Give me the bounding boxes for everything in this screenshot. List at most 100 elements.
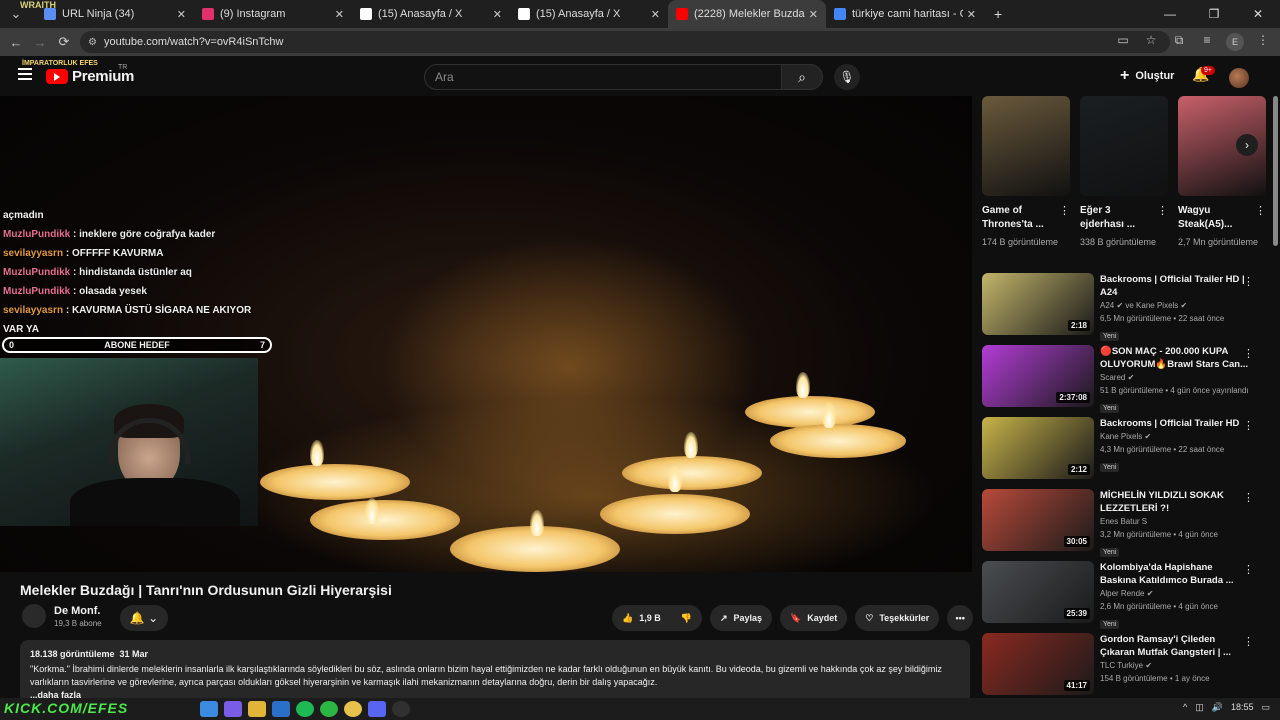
whatsapp-icon[interactable] bbox=[320, 701, 338, 717]
browser-tab[interactable]: (2228) Melekler Buzdağı | Tanrı' ✕ bbox=[668, 0, 826, 28]
recommended-video[interactable]: 30:05 MİCHELİN YILDIZLI SOKAK LEZZETLERİ … bbox=[982, 489, 1270, 557]
tray-overflow-icon[interactable]: ^ bbox=[1183, 702, 1187, 713]
search-input[interactable]: Ara bbox=[424, 64, 782, 90]
windows-start-icon[interactable] bbox=[200, 701, 218, 717]
media-icon[interactable]: ≡ bbox=[1198, 33, 1216, 51]
thanks-button[interactable]: ♡ Teşekkürler bbox=[855, 605, 940, 631]
video-thumbnail[interactable]: 25:39 bbox=[982, 561, 1094, 623]
video-menu-icon[interactable]: ⋮ bbox=[1243, 275, 1254, 288]
browser-tab[interactable]: (15) Anasayfa / X ✕ bbox=[510, 0, 668, 28]
network-icon[interactable]: ◫ bbox=[1195, 702, 1204, 713]
close-tab-icon[interactable]: ✕ bbox=[493, 8, 502, 21]
chrome-icon[interactable] bbox=[344, 701, 362, 717]
forward-icon[interactable]: → bbox=[28, 35, 52, 50]
close-tab-icon[interactable]: ✕ bbox=[809, 8, 818, 21]
voice-search-icon[interactable]: 🎙 bbox=[834, 64, 860, 90]
account-avatar[interactable] bbox=[1229, 68, 1249, 88]
video-thumbnail[interactable]: 2:18 bbox=[982, 273, 1094, 335]
video-title[interactable]: Kolombiya'da Hapishane Baskına Katıldımc… bbox=[1100, 561, 1250, 587]
minimize-icon[interactable]: — bbox=[1148, 7, 1192, 21]
reload-icon[interactable]: ⟳ bbox=[52, 34, 76, 50]
recommended-video[interactable]: 2:18 Backrooms | Official Trailer HD | A2… bbox=[982, 273, 1270, 341]
spotify-icon[interactable] bbox=[296, 701, 314, 717]
video-menu-icon[interactable]: ⋮ bbox=[1243, 491, 1254, 504]
shorts-next-icon[interactable]: › bbox=[1236, 134, 1258, 156]
video-thumbnail[interactable]: 2:12 bbox=[982, 417, 1094, 479]
short-card[interactable]: Wagyu Steak(A5)... ⋮ 2,7 Mn görüntüleme bbox=[1178, 96, 1266, 249]
url-field[interactable]: ⚙ youtube.com/watch?v=ovR4iSnTchw bbox=[80, 31, 1170, 53]
channel-name[interactable]: Enes Batur S bbox=[1100, 515, 1250, 528]
video-menu-icon[interactable]: ⋮ bbox=[1243, 347, 1254, 360]
dislike-icon[interactable]: 👎 bbox=[681, 613, 692, 624]
create-button[interactable]: + Oluştur bbox=[1120, 67, 1174, 85]
browser-tab[interactable]: URL Ninja (34) ✕ bbox=[36, 0, 194, 28]
explorer-icon[interactable] bbox=[248, 701, 266, 717]
short-menu-icon[interactable]: ⋮ bbox=[1157, 204, 1168, 232]
more-actions-button[interactable]: ••• bbox=[947, 605, 974, 631]
short-title[interactable]: Eğer 3 ejderhası ... bbox=[1080, 204, 1157, 232]
bookmark-star-icon[interactable]: ☆ bbox=[1142, 33, 1160, 51]
restore-icon[interactable]: ❐ bbox=[1192, 7, 1236, 21]
youtube-logo[interactable]: Premium TR bbox=[46, 64, 134, 85]
outlook-icon[interactable] bbox=[272, 701, 290, 717]
save-button[interactable]: 🔖 Kaydet bbox=[780, 605, 848, 631]
back-icon[interactable]: ← bbox=[4, 35, 28, 50]
obs-icon[interactable] bbox=[392, 701, 410, 717]
channel-avatar[interactable] bbox=[22, 604, 46, 628]
short-thumbnail[interactable] bbox=[1080, 96, 1168, 196]
video-menu-icon[interactable]: ⋮ bbox=[1243, 635, 1254, 648]
video-title[interactable]: Backrooms | Official Trailer HD bbox=[1100, 417, 1250, 430]
short-thumbnail[interactable] bbox=[982, 96, 1070, 196]
profile-avatar[interactable]: E bbox=[1226, 33, 1244, 51]
recommended-video[interactable]: 25:39 Kolombiya'da Hapishane Baskına Katı… bbox=[982, 561, 1270, 629]
video-thumbnail[interactable]: 30:05 bbox=[982, 489, 1094, 551]
short-card[interactable]: Eğer 3 ejderhası ... ⋮ 338 B görüntüleme bbox=[1080, 96, 1168, 249]
close-tab-icon[interactable]: ✕ bbox=[177, 8, 186, 21]
channel-name[interactable]: A24 ✔ ve Kane Pixels ✔ bbox=[1100, 299, 1250, 312]
browser-tab[interactable]: (15) Anasayfa / X ✕ bbox=[352, 0, 510, 28]
recommended-video[interactable]: 41:17 Gordon Ramsay'i Çileden Çıkaran Mut… bbox=[982, 633, 1270, 697]
video-title[interactable]: 🔴SON MAÇ - 200.000 KUPA OLUYORUM🔥Brawl S… bbox=[1100, 345, 1250, 371]
cast-icon[interactable]: ▭ bbox=[1114, 33, 1132, 51]
discord-icon[interactable] bbox=[368, 701, 386, 717]
browser-tab[interactable]: (9) Instagram ✕ bbox=[194, 0, 352, 28]
volume-icon[interactable]: 🔊 bbox=[1212, 702, 1223, 713]
clock[interactable]: 18:55 bbox=[1231, 702, 1254, 713]
channel-name[interactable]: Alper Rende ✔ bbox=[1100, 587, 1250, 600]
new-tab-button[interactable]: + bbox=[994, 6, 1002, 22]
notification-center-icon[interactable]: ▭ bbox=[1261, 702, 1270, 713]
recommended-video[interactable]: 2:12 Backrooms | Official Trailer HD Kane … bbox=[982, 417, 1270, 481]
channel-info[interactable]: De Monf. 19,3 B abone bbox=[22, 604, 102, 628]
channel-name[interactable]: De Monf. bbox=[54, 605, 102, 617]
short-title[interactable]: Game of Thrones'ta ... bbox=[982, 204, 1059, 232]
search-button[interactable]: ⌕ bbox=[781, 64, 823, 90]
video-description[interactable]: 18.138 görüntüleme 31 Mar "Korkma." İbra… bbox=[20, 640, 970, 704]
channel-name[interactable]: TLC Turkiye ✔ bbox=[1100, 659, 1250, 672]
share-button[interactable]: ↗ Paylaş bbox=[709, 605, 773, 631]
extensions-icon[interactable]: ⧉ bbox=[1170, 33, 1188, 51]
video-thumbnail[interactable]: 2:37:08 bbox=[982, 345, 1094, 407]
video-thumbnail[interactable]: 41:17 bbox=[982, 633, 1094, 695]
like-button[interactable]: 👍 1,9 B 👎 bbox=[612, 605, 702, 631]
short-card[interactable]: Game of Thrones'ta ... ⋮ 174 B görüntüleme bbox=[982, 96, 1070, 249]
video-menu-icon[interactable]: ⋮ bbox=[1243, 419, 1254, 432]
close-tab-icon[interactable]: ✕ bbox=[335, 8, 344, 21]
short-title[interactable]: Wagyu Steak(A5)... bbox=[1178, 204, 1255, 232]
short-menu-icon[interactable]: ⋮ bbox=[1059, 204, 1070, 232]
site-info-icon[interactable]: ⚙ bbox=[88, 37, 97, 48]
close-tab-icon[interactable]: ✕ bbox=[651, 8, 660, 21]
short-menu-icon[interactable]: ⋮ bbox=[1255, 204, 1266, 232]
channel-name[interactable]: Scared ✔ bbox=[1100, 371, 1250, 384]
video-title[interactable]: Backrooms | Official Trailer HD | A24 bbox=[1100, 273, 1250, 299]
menu-dots-icon[interactable]: ⋮ bbox=[1254, 33, 1272, 51]
video-title[interactable]: Gordon Ramsay'i Çileden Çıkaran Mutfak G… bbox=[1100, 633, 1250, 659]
close-tab-icon[interactable]: ✕ bbox=[967, 8, 976, 21]
subscription-bell-button[interactable]: 🔔 ⌄ bbox=[120, 605, 168, 631]
copilot-icon[interactable] bbox=[224, 701, 242, 717]
video-menu-icon[interactable]: ⋮ bbox=[1243, 563, 1254, 576]
scrollbar[interactable] bbox=[1273, 96, 1278, 246]
video-title[interactable]: MİCHELİN YILDIZLI SOKAK LEZZETLERİ ?! bbox=[1100, 489, 1250, 515]
recommended-video[interactable]: 2:37:08 🔴SON MAÇ - 200.000 KUPA OLUYORUM🔥… bbox=[982, 345, 1270, 413]
hamburger-menu-icon[interactable] bbox=[18, 68, 32, 83]
channel-name[interactable]: Kane Pixels ✔ bbox=[1100, 430, 1250, 443]
